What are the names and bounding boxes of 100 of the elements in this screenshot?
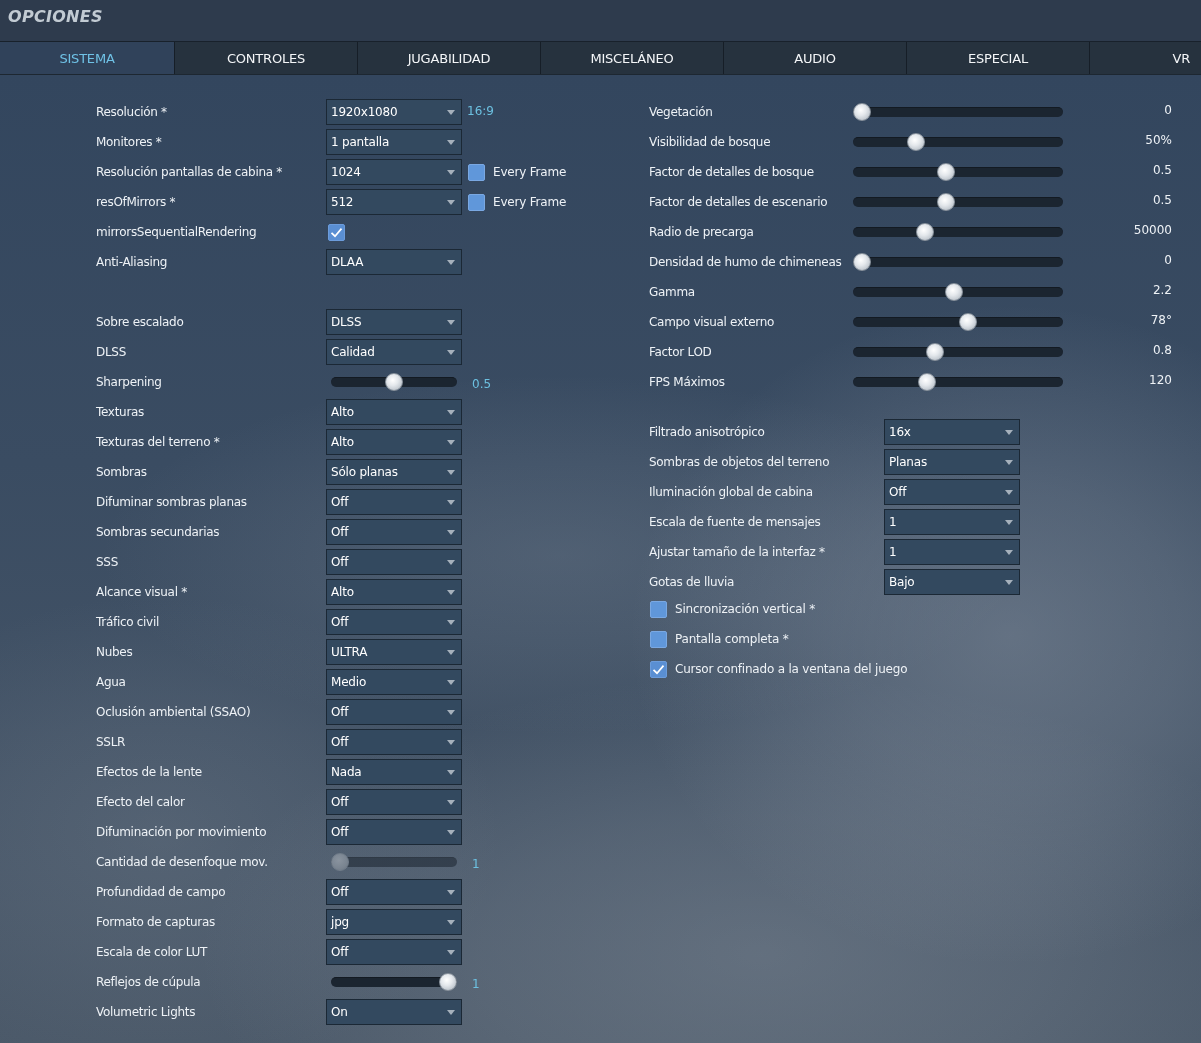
slider-track[interactable] bbox=[853, 163, 1063, 181]
slider-thumb[interactable] bbox=[385, 373, 403, 391]
slider-track[interactable] bbox=[853, 133, 1063, 151]
caret-icon bbox=[447, 439, 455, 445]
dropdown[interactable]: Off bbox=[326, 729, 462, 755]
slider-value: 0 bbox=[1163, 253, 1172, 267]
dropdown[interactable]: 1 pantalla bbox=[326, 129, 462, 155]
slider-thumb[interactable] bbox=[925, 343, 944, 361]
slider-track[interactable] bbox=[331, 973, 457, 991]
setting-label: Texturas bbox=[96, 405, 145, 419]
setting-label: Iluminación global de cabina bbox=[649, 485, 814, 499]
dropdown[interactable]: Calidad bbox=[326, 339, 462, 365]
aspect-ratio-label: 16:9 bbox=[467, 103, 494, 118]
dropdown[interactable]: 1920x1080 bbox=[326, 99, 462, 125]
dropdown[interactable]: 512 bbox=[326, 189, 462, 215]
setting-label: Tráfico civil bbox=[96, 615, 160, 629]
dropdown[interactable]: Off bbox=[326, 789, 462, 815]
checkbox[interactable] bbox=[650, 630, 667, 648]
dropdown[interactable]: Off bbox=[326, 489, 462, 515]
slider-track[interactable] bbox=[853, 223, 1063, 241]
caret-icon bbox=[447, 619, 455, 625]
slider-track[interactable] bbox=[853, 343, 1063, 361]
caret-icon bbox=[447, 889, 455, 895]
dropdown[interactable]: Off bbox=[326, 519, 462, 545]
setting-label: Visibilidad de bosque bbox=[649, 135, 772, 149]
checkbox-label: Sincronización vertical * bbox=[675, 602, 815, 616]
dropdown[interactable]: Alto bbox=[326, 399, 462, 425]
slider-value: 120 bbox=[1148, 373, 1172, 387]
slider-track[interactable] bbox=[853, 283, 1063, 301]
dropdown[interactable]: 16x bbox=[884, 419, 1020, 445]
dropdown[interactable]: Off bbox=[884, 479, 1020, 505]
dropdown[interactable]: Nada bbox=[326, 759, 462, 785]
caret-icon bbox=[1005, 519, 1013, 525]
checkbox[interactable] bbox=[650, 660, 667, 678]
slider-track[interactable] bbox=[331, 373, 457, 391]
slider-thumb[interactable] bbox=[853, 253, 871, 271]
dropdown[interactable]: Planas bbox=[884, 449, 1020, 475]
dropdown[interactable]: Off bbox=[326, 939, 462, 965]
setting-label: mirrorsSequentialRendering bbox=[96, 225, 258, 239]
checkbox-label: Pantalla completa * bbox=[675, 632, 789, 646]
slider-value: 0.5 bbox=[1151, 163, 1172, 177]
checkbox[interactable] bbox=[328, 223, 345, 241]
setting-label: Volumetric Lights bbox=[96, 1005, 197, 1019]
dropdown[interactable]: 1024 bbox=[326, 159, 462, 185]
caret-icon bbox=[447, 769, 455, 775]
slider-thumb[interactable] bbox=[916, 223, 935, 241]
caret-icon bbox=[447, 499, 455, 505]
checkbox[interactable] bbox=[650, 600, 667, 618]
setting-label: Factor LOD bbox=[649, 345, 713, 359]
dropdown[interactable]: Off bbox=[326, 819, 462, 845]
dropdown[interactable]: Off bbox=[326, 609, 462, 635]
dropdown[interactable]: 1 bbox=[884, 509, 1020, 535]
slider-thumb[interactable] bbox=[937, 193, 956, 211]
setting-label: Gotas de lluvia bbox=[649, 575, 736, 589]
dropdown[interactable]: DLSS bbox=[326, 309, 462, 335]
setting-label: Sharpening bbox=[96, 375, 163, 389]
dropdown[interactable]: Alto bbox=[326, 579, 462, 605]
slider-track[interactable] bbox=[853, 103, 1063, 121]
slider-thumb[interactable] bbox=[958, 313, 977, 331]
dropdown[interactable]: Off bbox=[326, 699, 462, 725]
dropdown[interactable]: Medio bbox=[326, 669, 462, 695]
checkmark-icon bbox=[330, 226, 343, 238]
slider-track[interactable] bbox=[853, 313, 1063, 331]
dropdown[interactable]: Sólo planas bbox=[326, 459, 462, 485]
caret-icon bbox=[447, 409, 455, 415]
slider-thumb[interactable] bbox=[853, 103, 871, 121]
setting-label: Anti-Aliasing bbox=[96, 255, 169, 269]
caret-icon bbox=[447, 1009, 455, 1015]
caret-icon bbox=[447, 649, 455, 655]
dropdown[interactable]: Alto bbox=[326, 429, 462, 455]
caret-icon bbox=[447, 949, 455, 955]
dropdown[interactable]: ULTRA bbox=[326, 639, 462, 665]
dropdown[interactable]: Off bbox=[326, 549, 462, 575]
dropdown[interactable]: On bbox=[326, 999, 462, 1025]
caret-icon bbox=[447, 349, 455, 355]
dropdown[interactable]: jpg bbox=[326, 909, 462, 935]
slider-thumb[interactable] bbox=[937, 163, 956, 181]
dropdown[interactable]: Off bbox=[326, 879, 462, 905]
tab[interactable]: SISTEMA bbox=[0, 42, 175, 74]
caret-icon bbox=[1005, 489, 1013, 495]
dropdown[interactable]: 1 bbox=[884, 539, 1020, 565]
slider-thumb[interactable] bbox=[945, 283, 964, 301]
slider-thumb[interactable] bbox=[918, 373, 937, 391]
slider-track[interactable] bbox=[853, 193, 1063, 211]
slider-track[interactable] bbox=[853, 253, 1063, 271]
dropdown[interactable]: Bajo bbox=[884, 569, 1020, 595]
checkbox[interactable] bbox=[468, 163, 485, 181]
caret-icon bbox=[447, 169, 455, 175]
slider-thumb[interactable] bbox=[439, 973, 457, 991]
caret-icon bbox=[447, 139, 455, 145]
checkbox[interactable] bbox=[468, 193, 485, 211]
slider-track[interactable] bbox=[853, 373, 1063, 391]
setting-label: Densidad de humo de chimeneas bbox=[649, 255, 843, 269]
slider-value: 0.5 bbox=[472, 377, 492, 391]
caret-icon bbox=[1005, 549, 1013, 555]
caret-icon bbox=[447, 799, 455, 805]
setting-label: Sobre escalado bbox=[96, 315, 185, 329]
slider-thumb[interactable] bbox=[906, 133, 925, 151]
dropdown[interactable]: DLAA bbox=[326, 249, 462, 275]
setting-label: Alcance visual * bbox=[96, 585, 188, 599]
